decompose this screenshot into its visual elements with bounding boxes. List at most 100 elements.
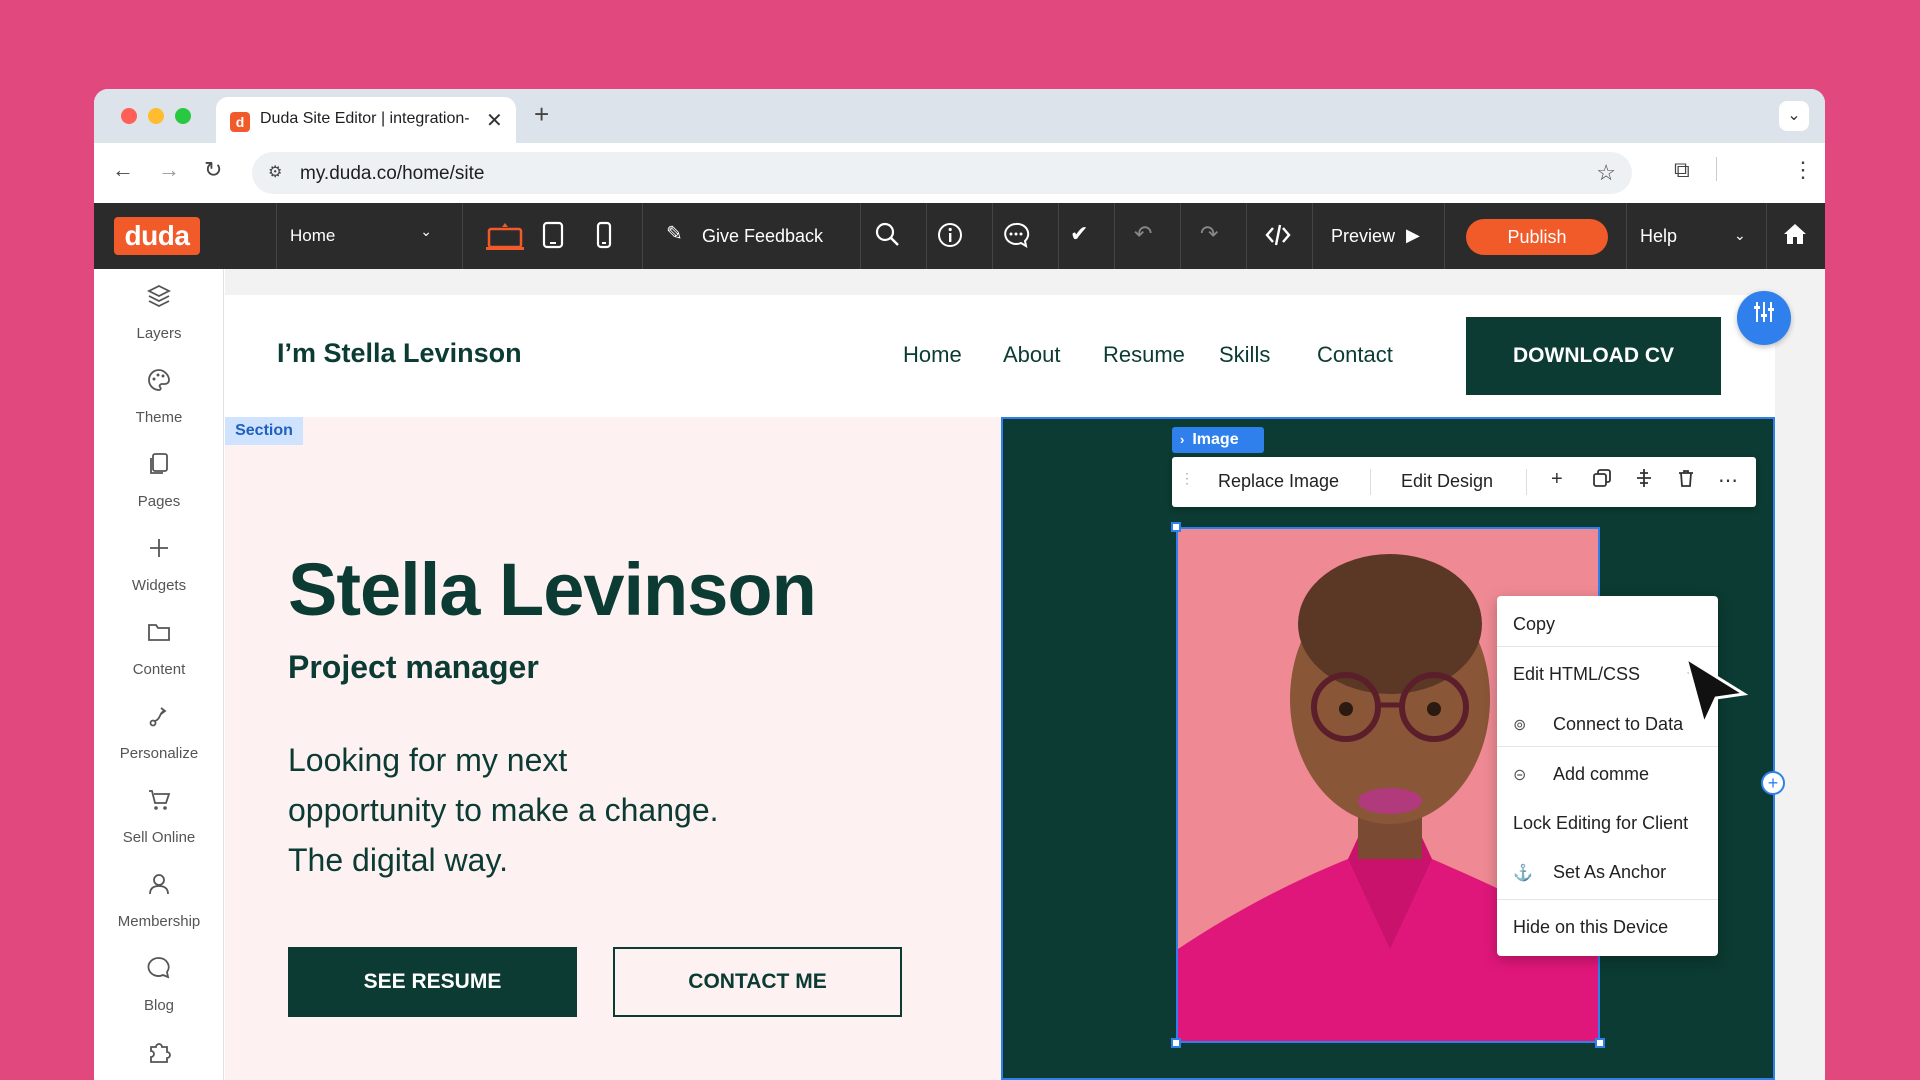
duplicate-icon[interactable] — [1592, 468, 1612, 494]
bookmark-star-icon[interactable]: ☆ — [1596, 160, 1616, 186]
home-icon[interactable] — [1782, 221, 1808, 253]
maximize-window-button[interactable] — [175, 108, 191, 124]
trash-icon[interactable] — [1676, 468, 1696, 494]
site-nav-contact[interactable]: Contact — [1317, 342, 1393, 368]
hero-heading[interactable]: Stella Levinson — [288, 547, 817, 632]
sidebar-item-label: Content — [132, 661, 186, 678]
sidebar-item-blog[interactable]: Blog — [94, 955, 224, 1014]
menu-item-set-as-anchor[interactable]: ⚓ Set As Anchor — [1497, 852, 1718, 892]
sidebar-item-label: Theme — [135, 409, 183, 426]
toolbar-divider — [1312, 203, 1313, 269]
chevron-down-icon[interactable]: ⌄ — [1734, 227, 1746, 244]
cart-icon — [94, 787, 224, 821]
sidebar-item-personalize[interactable]: Personalize — [94, 703, 224, 762]
user-icon — [94, 871, 224, 905]
menu-item-add-comment[interactable]: ⊝ Add comme — [1497, 754, 1718, 794]
help-menu[interactable]: Help — [1640, 226, 1677, 247]
mouse-cursor-icon — [1680, 654, 1750, 735]
toolbar-divider — [642, 203, 643, 269]
sidebar-item-pages[interactable]: Pages — [94, 451, 224, 510]
add-icon[interactable]: + — [1551, 468, 1563, 491]
edit-design-button[interactable]: Edit Design — [1401, 471, 1493, 492]
toolbar-divider — [1444, 203, 1445, 269]
close-window-button[interactable] — [121, 108, 137, 124]
sidebar-item-content[interactable]: Content — [94, 619, 224, 678]
undo-icon[interactable]: ↶ — [1134, 221, 1152, 247]
browser-menu-icon[interactable]: ⋮ — [1792, 157, 1814, 183]
menu-item-copy[interactable]: Copy — [1497, 604, 1718, 644]
site-logo-text[interactable]: I’m Stella Levinson — [277, 338, 522, 369]
publish-button[interactable]: Publish — [1466, 219, 1608, 255]
reload-icon[interactable]: ↻ — [204, 157, 222, 183]
sidebar-item-apps[interactable] — [94, 1039, 224, 1073]
forward-icon[interactable]: → — [158, 157, 180, 183]
canvas-scrollbar[interactable] — [1800, 296, 1825, 1080]
download-cv-button[interactable]: DOWNLOAD CV — [1466, 317, 1721, 395]
hero-description-line: Looking for my next — [288, 742, 568, 778]
hero-subheading[interactable]: Project manager — [288, 649, 539, 686]
extensions-icon[interactable]: ⧉ — [1674, 157, 1690, 183]
site-nav-about[interactable]: About — [1003, 342, 1061, 368]
folder-icon — [94, 619, 224, 653]
new-tab-icon[interactable]: + — [534, 99, 549, 130]
more-options-icon[interactable]: ⋯ — [1718, 468, 1738, 493]
sidebar-item-label: Membership — [117, 913, 201, 930]
menu-item-label: Lock Editing for Client — [1513, 813, 1689, 833]
search-icon[interactable] — [874, 221, 900, 253]
menu-item-lock-editing[interactable]: Lock Editing for Client — [1497, 803, 1718, 843]
sidebar-item-theme[interactable]: Theme — [94, 367, 224, 426]
hero-description-line: opportunity to make a change. — [288, 792, 719, 828]
tab-bar: d Duda Site Editor | integration- ✕ + ⌄ — [94, 89, 1825, 143]
sidebar-item-label: Blog — [143, 997, 175, 1014]
site-settings-icon[interactable]: ⚙ — [268, 162, 282, 182]
sidebar-item-layers[interactable]: Layers — [94, 283, 224, 342]
add-element-icon[interactable]: + — [1761, 771, 1785, 795]
feedback-icon[interactable]: ✎ — [666, 221, 683, 246]
close-tab-icon[interactable]: ✕ — [486, 108, 503, 133]
resize-handle[interactable] — [1171, 1038, 1181, 1048]
sidebar-item-sell-online[interactable]: Sell Online — [94, 787, 224, 846]
puzzle-icon — [94, 1039, 224, 1073]
mobile-view-icon[interactable] — [596, 221, 612, 255]
image-widget-tag[interactable]: › Image — [1172, 427, 1264, 453]
menu-item-hide-on-device[interactable]: Hide on this Device — [1497, 907, 1718, 947]
minimize-window-button[interactable] — [148, 108, 164, 124]
drag-handle-icon[interactable]: ⋮ — [1180, 470, 1194, 487]
section-label[interactable]: Section — [225, 417, 303, 445]
resize-handle[interactable] — [1595, 1038, 1605, 1048]
settings-sliders-icon[interactable] — [1737, 291, 1791, 345]
page-selector[interactable]: Home ⌄ — [276, 203, 446, 269]
toolbar-divider — [860, 203, 861, 269]
sidebar-item-widgets[interactable]: Widgets — [94, 535, 224, 594]
toolbar-divider — [1246, 203, 1247, 269]
back-icon[interactable]: ← — [112, 157, 134, 183]
see-resume-button[interactable]: SEE RESUME — [288, 947, 577, 1017]
comments-icon[interactable] — [1002, 221, 1030, 255]
site-header[interactable]: I’m Stella Levinson Home About Resume Sk… — [225, 295, 1775, 417]
info-icon[interactable] — [936, 221, 964, 255]
sidebar-item-membership[interactable]: Membership — [94, 871, 224, 930]
replace-image-button[interactable]: Replace Image — [1218, 471, 1339, 492]
tab-search-chevron-icon[interactable]: ⌄ — [1779, 101, 1809, 131]
comment-icon: ⊝ — [1513, 767, 1527, 784]
resize-handle[interactable] — [1171, 522, 1181, 532]
play-icon[interactable]: ▶ — [1406, 225, 1420, 246]
tablet-view-icon[interactable] — [542, 221, 564, 255]
developer-code-icon[interactable] — [1264, 221, 1292, 255]
align-icon[interactable] — [1634, 468, 1654, 494]
hero-description[interactable]: Looking for my next opportunity to make … — [288, 735, 808, 885]
checkmark-icon[interactable]: ✔ — [1070, 221, 1088, 247]
duda-logo[interactable]: duda — [114, 217, 200, 255]
hero-section[interactable]: Section Stella Levinson Project manager … — [225, 417, 1001, 1080]
contact-me-button[interactable]: CONTACT ME — [613, 947, 902, 1017]
toolbar-divider — [1766, 203, 1767, 269]
site-nav-resume[interactable]: Resume — [1103, 342, 1185, 368]
preview-button[interactable]: Preview — [1331, 226, 1395, 247]
site-nav-home[interactable]: Home — [903, 342, 962, 368]
site-nav-skills[interactable]: Skills — [1219, 342, 1270, 368]
redo-icon[interactable]: ↷ — [1200, 221, 1218, 247]
browser-tab[interactable]: d Duda Site Editor | integration- ✕ — [216, 97, 516, 143]
desktop-view-icon[interactable] — [486, 221, 524, 259]
give-feedback-button[interactable]: Give Feedback — [702, 226, 823, 247]
url-field[interactable]: ⚙ my.duda.co/home/site ☆ — [252, 152, 1632, 194]
